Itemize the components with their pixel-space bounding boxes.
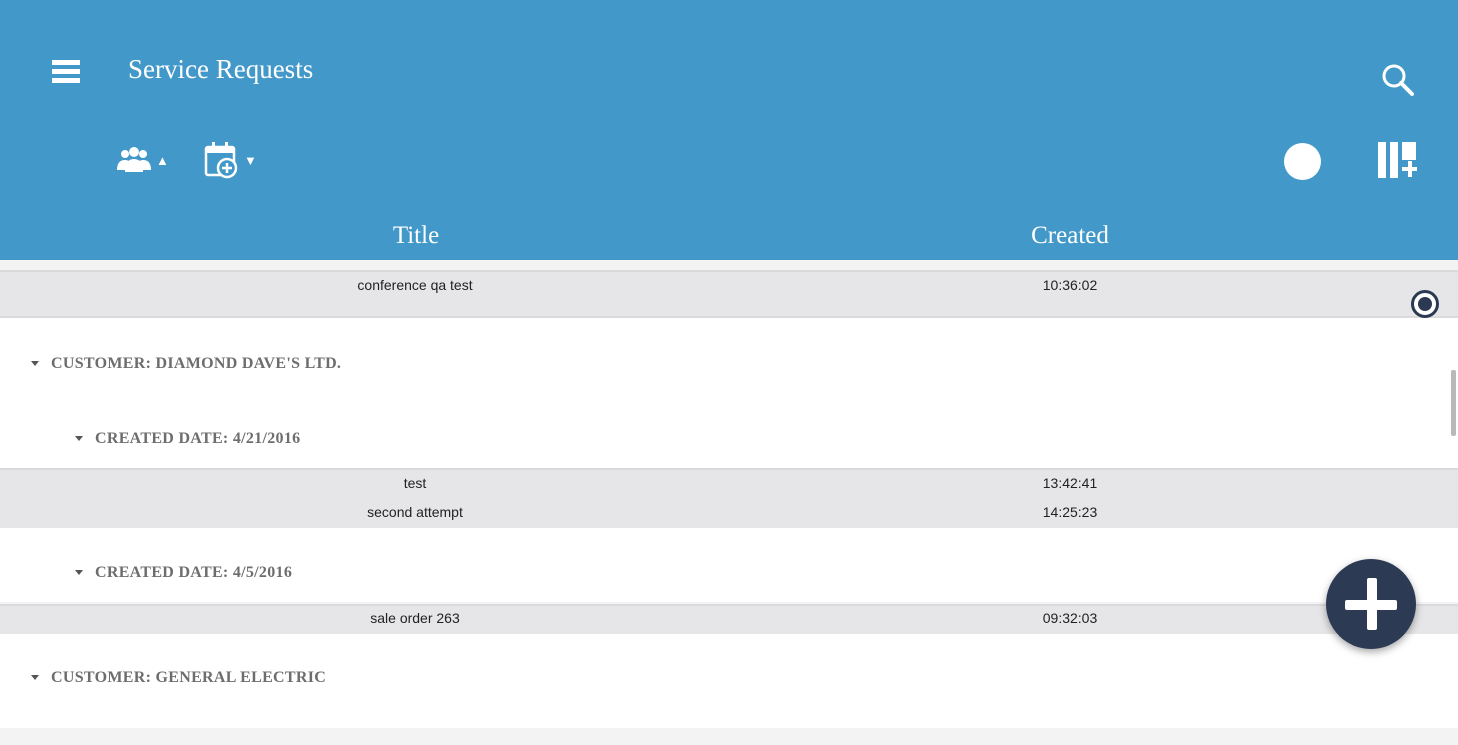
group-header-customer: CUSTOMER: DIAMOND DAVE'S LTD. CREATED DA… [0,318,1458,468]
group-label[interactable]: CREATED DATE: 4/21/2016 [95,430,300,448]
table-row[interactable]: sale order 263 09:32:03 [0,604,1458,636]
add-request-button[interactable] [1326,559,1416,649]
caret-down-icon: ▼ [244,152,257,168]
row-title[interactable]: second attempt [367,504,463,520]
app-header: Service Requests ▲ ▼ Title Created [0,0,1458,260]
row-title: conference qa test [357,277,473,293]
column-manager-icon[interactable] [1377,141,1417,179]
page-title: Service Requests [128,54,314,84]
group-header-date: CREATED DATE: 4/5/2016 [0,528,1458,602]
collapse-triangle-icon[interactable] [75,570,83,575]
caret-up-icon: ▲ [156,152,169,168]
group-icon [117,147,151,172]
row-select-radio[interactable] [1411,290,1439,318]
row-title: sale order 263 [370,610,460,626]
group-by-button[interactable]: ▲ [116,140,169,180]
record-icon[interactable] [1284,143,1321,180]
search-icon[interactable] [1380,62,1416,98]
group-label[interactable]: CUSTOMER: GENERAL ELECTRIC [51,669,326,687]
row-created[interactable]: 13:42:41 [1043,475,1098,491]
menu-icon[interactable] [52,60,80,86]
row-created: 10:36:02 [1042,277,1098,293]
table-row-group: test 13:42:41 second attempt 14:25:23 [0,468,1458,530]
group-label[interactable]: CREATED DATE: 4/5/2016 [95,564,292,582]
group-header-customer: CUSTOMER: GENERAL ELECTRIC [0,634,1458,728]
column-header-created[interactable]: Created [1031,222,1109,250]
row-created: 09:32:03 [1042,610,1098,626]
calendar-add-icon [204,142,238,179]
scrollbar-thumb[interactable] [1451,370,1456,436]
collapse-triangle-icon[interactable] [75,436,83,441]
row-created[interactable]: 14:25:23 [1043,504,1098,520]
table-row[interactable]: conference qa test 10:36:02 [0,270,1458,318]
row-title[interactable]: test [404,475,427,491]
request-list: conference qa test 10:36:02 CUSTOMER: DI… [0,260,1458,745]
calendar-add-button[interactable]: ▼ [204,140,257,180]
group-label[interactable]: CUSTOMER: DIAMOND DAVE'S LTD. [51,355,341,373]
column-header-title[interactable]: Title [393,222,439,250]
collapse-triangle-icon[interactable] [31,675,39,680]
collapse-triangle-icon[interactable] [31,361,39,366]
